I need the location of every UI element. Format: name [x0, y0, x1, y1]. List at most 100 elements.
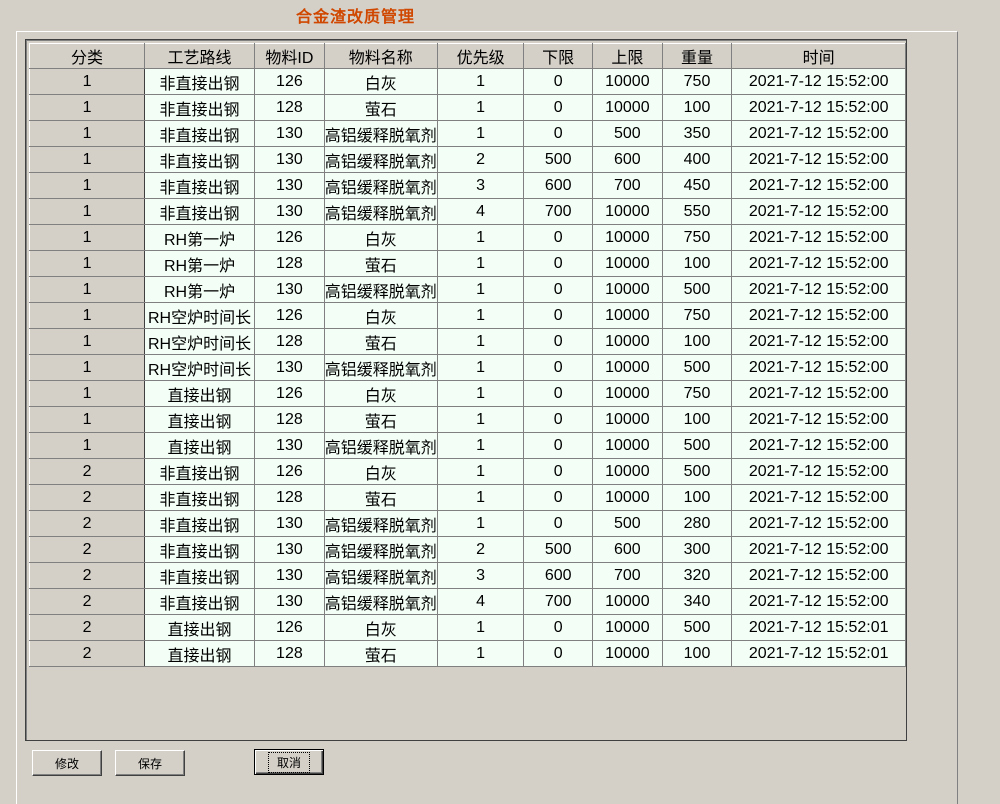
cell-col-category[interactable]: 1 — [28, 172, 146, 199]
header-col-priority[interactable]: 优先级 — [436, 43, 525, 69]
cell-col-material-id[interactable]: 128 — [254, 250, 325, 277]
modify-button[interactable]: 修改 — [32, 750, 102, 776]
cell-col-material-id[interactable]: 126 — [254, 68, 325, 95]
cell-col-priority[interactable]: 1 — [436, 68, 525, 95]
cell-col-lower[interactable]: 0 — [523, 94, 593, 121]
cell-col-material-id[interactable]: 126 — [254, 380, 325, 407]
cell-col-material-id[interactable]: 128 — [254, 640, 325, 667]
cell-col-route[interactable]: 直接出钢 — [144, 640, 256, 667]
cell-col-lower[interactable]: 0 — [523, 250, 593, 277]
cell-col-material-id[interactable]: 130 — [254, 562, 325, 589]
cell-col-material-name[interactable]: 白灰 — [323, 224, 438, 251]
cell-col-priority[interactable]: 1 — [436, 354, 525, 381]
table-row[interactable]: 2 非直接出钢 128 萤石 1 0 10000 100 2021-7-12 15:52:00 — [28, 484, 906, 511]
cell-col-priority[interactable]: 1 — [436, 640, 525, 667]
cell-col-route[interactable]: RH空炉时间长 — [144, 302, 256, 329]
header-col-upper[interactable]: 上限 — [591, 43, 663, 69]
table-row[interactable]: 2 非直接出钢 126 白灰 1 0 10000 500 2021-7-12 15:52:00 — [28, 458, 906, 485]
cell-col-route[interactable]: 非直接出钢 — [144, 172, 256, 199]
cell-col-time[interactable]: 2021-7-12 15:52:00 — [731, 328, 906, 355]
cell-col-route[interactable]: 非直接出钢 — [144, 458, 256, 485]
table-row[interactable]: 1 非直接出钢 130 高铝缓释脱氧剂 1 0 500 350 2021-7-12 15:52:… — [28, 120, 906, 147]
cell-col-upper[interactable]: 600 — [591, 146, 663, 173]
cell-col-upper[interactable]: 10000 — [591, 432, 663, 459]
cell-col-category[interactable]: 2 — [28, 562, 146, 589]
table-row[interactable]: 1 RH空炉时间长 130 高铝缓释脱氧剂 1 0 10000 500 2021-7-12 15… — [28, 354, 906, 381]
cell-col-upper[interactable]: 500 — [591, 510, 663, 537]
cell-col-priority[interactable]: 1 — [436, 94, 525, 121]
cell-col-priority[interactable]: 1 — [436, 302, 525, 329]
cell-col-lower[interactable]: 0 — [523, 68, 593, 95]
cell-col-upper[interactable]: 10000 — [591, 380, 663, 407]
cell-col-time[interactable]: 2021-7-12 15:52:00 — [731, 276, 906, 303]
table-row[interactable]: 1 直接出钢 130 高铝缓释脱氧剂 1 0 10000 500 2021-7-12 15:52… — [28, 432, 906, 459]
cell-col-weight[interactable]: 400 — [661, 146, 733, 173]
cell-col-lower[interactable]: 0 — [523, 380, 593, 407]
cell-col-route[interactable]: 非直接出钢 — [144, 198, 256, 225]
cell-col-material-id[interactable]: 126 — [254, 302, 325, 329]
cell-col-category[interactable]: 1 — [28, 198, 146, 225]
table-row[interactable]: 2 直接出钢 126 白灰 1 0 10000 500 2021-7-12 15:52:01 — [28, 614, 906, 641]
cell-col-weight[interactable]: 100 — [661, 328, 733, 355]
cell-col-material-id[interactable]: 130 — [254, 354, 325, 381]
cell-col-priority[interactable]: 1 — [436, 432, 525, 459]
cell-col-route[interactable]: RH第一炉 — [144, 250, 256, 277]
cell-col-route[interactable]: 非直接出钢 — [144, 536, 256, 563]
cell-col-category[interactable]: 2 — [28, 536, 146, 563]
cell-col-weight[interactable]: 500 — [661, 614, 733, 641]
cell-col-time[interactable]: 2021-7-12 15:52:00 — [731, 458, 906, 485]
cell-col-time[interactable]: 2021-7-12 15:52:00 — [731, 68, 906, 95]
cell-col-lower[interactable]: 700 — [523, 588, 593, 615]
cell-col-lower[interactable]: 0 — [523, 458, 593, 485]
table-row[interactable]: 2 非直接出钢 130 高铝缓释脱氧剂 1 0 500 280 2021-7-12 15:52:… — [28, 510, 906, 537]
cell-col-priority[interactable]: 3 — [436, 172, 525, 199]
cell-col-lower[interactable]: 0 — [523, 120, 593, 147]
cell-col-priority[interactable]: 2 — [436, 146, 525, 173]
cell-col-material-id[interactable]: 130 — [254, 536, 325, 563]
cell-col-material-id[interactable]: 128 — [254, 406, 325, 433]
cell-col-weight[interactable]: 340 — [661, 588, 733, 615]
cell-col-upper[interactable]: 10000 — [591, 250, 663, 277]
cell-col-time[interactable]: 2021-7-12 15:52:00 — [731, 302, 906, 329]
cell-col-route[interactable]: 非直接出钢 — [144, 562, 256, 589]
cell-col-category[interactable]: 1 — [28, 302, 146, 329]
cell-col-category[interactable]: 2 — [28, 640, 146, 667]
cell-col-material-id[interactable]: 130 — [254, 172, 325, 199]
cell-col-route[interactable]: 非直接出钢 — [144, 510, 256, 537]
cell-col-upper[interactable]: 10000 — [591, 588, 663, 615]
cell-col-material-name[interactable]: 高铝缓释脱氧剂 — [323, 536, 438, 563]
cell-col-material-name[interactable]: 高铝缓释脱氧剂 — [323, 198, 438, 225]
cell-col-material-name[interactable]: 白灰 — [323, 380, 438, 407]
table-row[interactable]: 1 RH第一炉 130 高铝缓释脱氧剂 1 0 10000 500 2021-7-12 15:5… — [28, 276, 906, 303]
cell-col-route[interactable]: 直接出钢 — [144, 380, 256, 407]
cell-col-lower[interactable]: 600 — [523, 172, 593, 199]
cell-col-lower[interactable]: 0 — [523, 406, 593, 433]
header-col-material-id[interactable]: 物料ID — [254, 43, 325, 69]
cell-col-material-name[interactable]: 高铝缓释脱氧剂 — [323, 146, 438, 173]
cell-col-upper[interactable]: 700 — [591, 562, 663, 589]
cell-col-upper[interactable]: 10000 — [591, 198, 663, 225]
table-row[interactable]: 1 RH空炉时间长 128 萤石 1 0 10000 100 2021-7-12 15:52:0… — [28, 328, 906, 355]
cell-col-weight[interactable]: 300 — [661, 536, 733, 563]
cell-col-weight[interactable]: 100 — [661, 640, 733, 667]
table-row[interactable]: 1 直接出钢 126 白灰 1 0 10000 750 2021-7-12 15:52:00 — [28, 380, 906, 407]
cell-col-weight[interactable]: 280 — [661, 510, 733, 537]
header-col-material-name[interactable]: 物料名称 — [323, 43, 438, 69]
table-row[interactable]: 2 直接出钢 128 萤石 1 0 10000 100 2021-7-12 15:52:01 — [28, 640, 906, 667]
cell-col-route[interactable]: RH第一炉 — [144, 276, 256, 303]
cell-col-upper[interactable]: 700 — [591, 172, 663, 199]
cell-col-time[interactable]: 2021-7-12 15:52:00 — [731, 224, 906, 251]
cell-col-time[interactable]: 2021-7-12 15:52:00 — [731, 536, 906, 563]
table-row[interactable]: 1 RH第一炉 126 白灰 1 0 10000 750 2021-7-12 15:52:00 — [28, 224, 906, 251]
cell-col-lower[interactable]: 500 — [523, 536, 593, 563]
cell-col-material-name[interactable]: 萤石 — [323, 484, 438, 511]
cell-col-upper[interactable]: 600 — [591, 536, 663, 563]
cell-col-weight[interactable]: 320 — [661, 562, 733, 589]
cell-col-weight[interactable]: 100 — [661, 406, 733, 433]
cell-col-weight[interactable]: 500 — [661, 276, 733, 303]
cell-col-material-name[interactable]: 高铝缓释脱氧剂 — [323, 276, 438, 303]
cell-col-priority[interactable]: 1 — [436, 614, 525, 641]
cell-col-material-id[interactable]: 130 — [254, 198, 325, 225]
cell-col-material-name[interactable]: 白灰 — [323, 458, 438, 485]
cell-col-time[interactable]: 2021-7-12 15:52:00 — [731, 250, 906, 277]
